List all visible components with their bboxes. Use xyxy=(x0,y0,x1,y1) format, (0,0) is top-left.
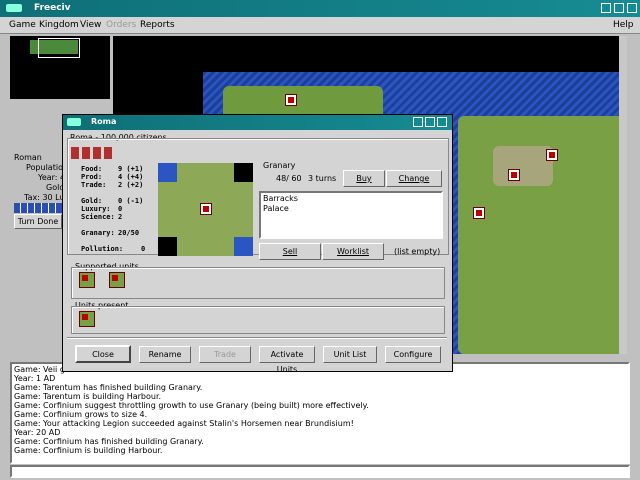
stat-gold-value: 0 (-1) xyxy=(118,197,144,205)
improvement-item[interactable]: Barracks xyxy=(261,193,441,204)
maximize-icon[interactable] xyxy=(614,3,624,13)
menu-kingdom[interactable]: Kingdom xyxy=(39,20,79,30)
map-city[interactable] xyxy=(546,149,558,161)
close-button[interactable]: Close xyxy=(75,345,131,363)
log-line: Game: Tarentum has finished building Gra… xyxy=(14,383,203,392)
improvement-item[interactable]: Palace xyxy=(261,204,441,213)
stat-granary-label: Granary: xyxy=(81,229,115,237)
log-line: Game: Tarentum is building Harbour. xyxy=(14,392,162,401)
configure-button[interactable]: Configure xyxy=(385,346,441,363)
trade-button: Trade xyxy=(199,346,251,363)
main-window-title: Freeciv xyxy=(34,3,71,13)
menu-help[interactable]: Help xyxy=(613,20,634,30)
unit-list-button[interactable]: Unit List xyxy=(323,346,377,363)
map-scrollbar-v[interactable] xyxy=(619,36,627,354)
log-line: Game: Corfinium is building Harbour. xyxy=(14,446,163,455)
present-unit-icon[interactable] xyxy=(79,311,95,327)
worklist-status: (list empty) xyxy=(394,247,441,256)
log-line: Game: Corfinium grows to size 4. xyxy=(14,410,148,419)
chat-input[interactable] xyxy=(10,465,630,478)
minimap-viewport xyxy=(38,38,80,58)
city-minimize-icon[interactable] xyxy=(413,117,423,127)
rename-button[interactable]: Rename xyxy=(139,346,191,363)
map-land-hills xyxy=(493,146,553,186)
stat-prod-label: Prod: xyxy=(81,173,103,181)
stat-pollution-value: 0 xyxy=(141,245,146,253)
city-map-ocean xyxy=(158,163,177,182)
overview-minimap[interactable] xyxy=(10,36,110,99)
main-titlebar: Freeciv xyxy=(0,0,640,17)
stat-luxury-value: 0 xyxy=(118,205,123,213)
citizens-icons[interactable] xyxy=(71,147,112,159)
log-line: Year: 1 AD xyxy=(14,374,56,383)
citizen-icon[interactable] xyxy=(82,147,90,159)
city-map[interactable] xyxy=(158,163,253,256)
message-log-list: Game: Veii gr Year: 1 AD Game: Tarentum ha… xyxy=(12,364,628,456)
menu-reports[interactable]: Reports xyxy=(140,20,175,30)
stat-science-value: 2 xyxy=(118,213,123,221)
log-line: Game: Corfinium suggest throttling growt… xyxy=(14,401,369,410)
supported-unit-icon[interactable] xyxy=(79,272,95,288)
city-dialog-title: Roma xyxy=(91,117,117,126)
change-button[interactable]: Change xyxy=(386,170,442,187)
map-city[interactable] xyxy=(473,207,485,219)
stat-trade-value: 2 (+2) xyxy=(118,181,144,189)
activate-units-button[interactable]: Activate Units xyxy=(259,346,315,374)
stat-luxury-label: Luxury: xyxy=(81,205,111,213)
message-log[interactable]: Game: Veii gr Year: 1 AD Game: Tarentum ha… xyxy=(10,362,630,464)
city-center-icon[interactable] xyxy=(200,203,212,215)
turn-done-button[interactable]: Turn Done xyxy=(14,214,62,229)
menu-orders: Orders xyxy=(106,20,137,30)
stat-granary-value: 20/50 xyxy=(118,229,140,237)
close-icon[interactable] xyxy=(627,3,637,13)
supported-unit-icon[interactable] xyxy=(109,272,125,288)
city-dialog: Roma Roma - 100,000 citizens Food: 9 (+1… xyxy=(62,114,453,374)
sell-button[interactable]: Sell xyxy=(259,243,321,260)
stat-science-label: Science: xyxy=(81,213,115,221)
stat-food-value: 9 (+1) xyxy=(118,165,144,173)
button-row-separator xyxy=(67,337,447,339)
buy-button[interactable]: Buy xyxy=(343,170,385,187)
city-dialog-window-icon[interactable] xyxy=(67,118,81,126)
map-city[interactable] xyxy=(508,169,520,181)
supported-units-group xyxy=(71,267,445,299)
improvements-list[interactable]: Barracks Palace xyxy=(259,191,443,239)
stat-prod-value: 4 (+4) xyxy=(118,173,144,181)
citizen-icon[interactable] xyxy=(93,147,101,159)
production-progress: 48/ 60 xyxy=(276,174,302,183)
stat-food-label: Food: xyxy=(81,165,103,173)
production-turns: 3 turns xyxy=(308,174,337,183)
city-stats: Food: 9 (+1) Prod: 4 (+4) Trade: 2 (+2) … xyxy=(81,165,161,255)
worklist-button[interactable]: Worklist xyxy=(322,243,384,260)
main-window-icon[interactable] xyxy=(6,4,22,12)
map-city[interactable] xyxy=(285,94,297,106)
stat-gold-label: Gold: xyxy=(81,197,103,205)
nation-label: Roman xyxy=(14,153,42,162)
log-line: Game: Corfinium has finished building Gr… xyxy=(14,437,204,446)
production-group-label: Granary xyxy=(263,161,296,170)
stat-pollution-label: Pollution: xyxy=(81,245,124,253)
city-close-icon[interactable] xyxy=(437,117,447,127)
city-maximize-icon[interactable] xyxy=(425,117,435,127)
city-dialog-titlebar: Roma xyxy=(63,115,452,130)
menu-bar: Game Kingdom View Orders Reports Help xyxy=(0,17,640,34)
units-present-group xyxy=(71,306,445,334)
citizen-icon[interactable] xyxy=(104,147,112,159)
log-line: Year: 20 AD xyxy=(14,428,61,437)
stat-trade-label: Trade: xyxy=(81,181,107,189)
city-map-ocean xyxy=(234,237,253,256)
menu-game[interactable]: Game xyxy=(9,20,36,30)
log-line: Game: Your attacking Legion succeeded ag… xyxy=(14,419,354,428)
minimize-icon[interactable] xyxy=(601,3,611,13)
menu-view[interactable]: View xyxy=(80,20,101,30)
tax-rate-icons[interactable] xyxy=(14,203,66,213)
citizen-icon[interactable] xyxy=(71,147,79,159)
